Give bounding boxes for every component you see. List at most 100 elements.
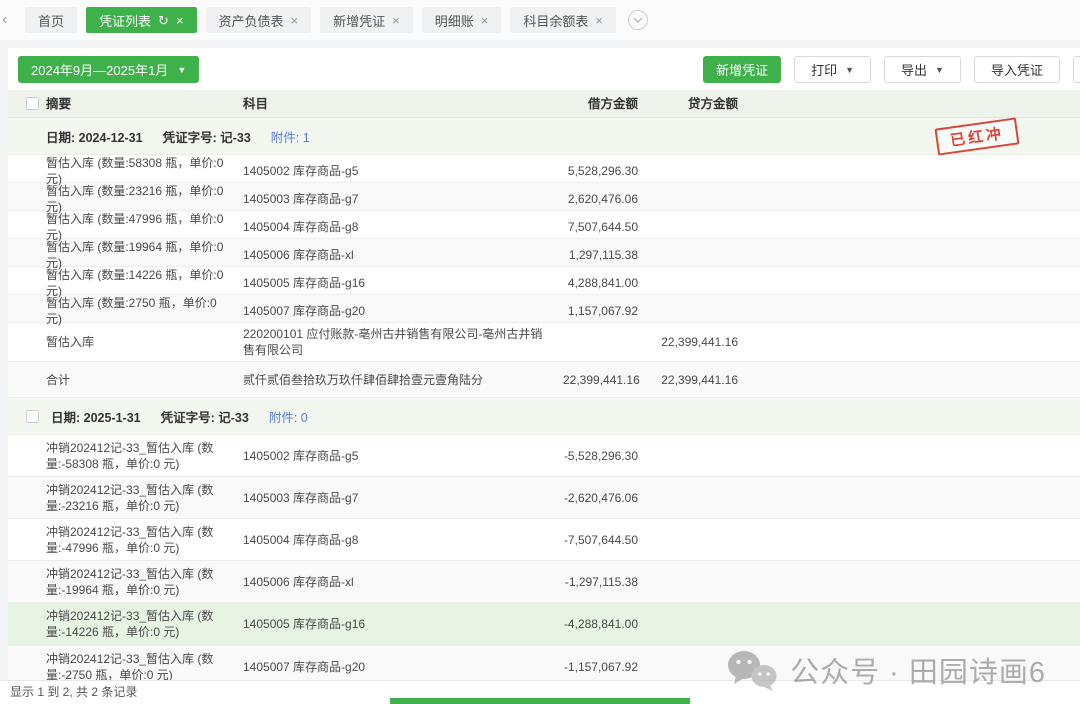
voucher-list-panel: 2024年9月—2025年1月 ▼ 新增凭证 打印 ▼ 导出 ▼ 导入凭证 [8,48,1080,680]
caret-down-icon: ▼ [935,65,944,75]
row-subject: 1405003 库存商品-g7 [243,490,563,506]
tab-label: 科目余额表 [523,11,588,30]
row-summary: 冲销202412记-33_暂估入库 (数量:-19964 瓶，单价:0 元) [46,566,243,598]
print-button[interactable]: 打印 ▼ [794,56,871,83]
tab-balance-sheet[interactable]: 资产负债表 × [206,7,312,33]
voucher-group-header[interactable]: 日期: 2024-12-31 凭证字号: 记-33 附件: 1 已红冲 [8,118,1080,155]
row-debit: 7,507,644.50 [563,219,648,235]
row-subject: 1405002 库存商品-g5 [243,163,563,179]
chevron-down-circle-icon[interactable] [628,10,648,30]
total-row: 合计 贰仟贰佰叁拾玖万玖仟肆佰肆拾壹元壹角陆分 22,399,441.16 22… [8,362,1080,398]
row-debit: 4,288,841.00 [563,275,648,291]
row-debit: -1,297,115.38 [563,574,648,590]
bottom-green-bar [390,698,690,704]
close-icon[interactable]: × [291,14,299,27]
tab-label: 首页 [38,11,64,30]
attachment-link[interactable]: 附件: 0 [269,407,308,426]
new-voucher-label: 新增凭证 [716,60,768,79]
select-voucher-checkbox[interactable] [26,410,39,423]
import-voucher-button[interactable]: 导入凭证 [974,56,1060,83]
tab-scroll-left-icon[interactable]: ‹ [2,11,16,29]
row-summary: 冲销202412记-33_暂估入库 (数量:-58308 瓶，单价:0 元) [46,440,243,472]
table-row[interactable]: 冲销202412记-33_暂估入库 (数量:-58308 瓶，单价:0 元) 1… [8,435,1080,477]
row-subject: 1405006 库存商品-xl [243,574,563,590]
tab-bar: ‹ 首页 凭证列表 ↻ × 资产负债表 × 新增凭证 × 明细账 × 科目余额表… [0,0,1080,40]
table-header-row: 摘要 科目 借方金额 贷方金额 [8,90,1080,118]
total-debit: 22,399,441.16 [563,372,648,388]
refresh-icon[interactable]: ↻ [158,14,169,27]
table-row[interactable]: 冲销202412记-33_暂估入库 (数量:-47996 瓶，单价:0 元) 1… [8,519,1080,561]
total-credit: 22,399,441.16 [648,372,748,388]
tab-detail-ledger[interactable]: 明细账 × [422,7,502,33]
table-row[interactable]: 暂估入库 (数量:14226 瓶，单价:0 元) 1405005 库存商品-g1… [8,267,1080,295]
col-credit: 贷方金额 [648,96,748,112]
close-icon[interactable]: × [481,14,489,27]
voucher-no: 凭证字号: 记-33 [161,407,249,426]
table-row[interactable]: 暂估入库 (数量:19964 瓶，单价:0 元) 1405006 库存商品-xl… [8,239,1080,267]
voucher-group-header[interactable]: 日期: 2025-1-31 凭证字号: 记-33 附件: 0 [8,398,1080,435]
row-summary: 冲销202412记-33_暂估入库 (数量:-47996 瓶，单价:0 元) [46,524,243,556]
caret-down-icon: ▼ [845,65,854,75]
red-flush-stamp: 已红冲 [935,117,1020,155]
attachment-link[interactable]: 附件: 1 [271,127,310,146]
row-subject: 1405002 库存商品-g5 [243,448,563,464]
new-voucher-button[interactable]: 新增凭证 [703,56,781,83]
table-row[interactable]: 暂估入库 (数量:58308 瓶，单价:0 元) 1405002 库存商品-g5… [8,155,1080,183]
tab-home[interactable]: 首页 [25,7,77,33]
export-label: 导出 [901,60,927,79]
tidy-button[interactable]: 整 [1073,56,1080,83]
voucher-date: 日期: 2024-12-31 [46,127,143,146]
date-range-label: 2024年9月—2025年1月 [31,60,168,79]
table-row-hovered[interactable]: 冲销202412记-33_暂估入库 (数量:-14226 瓶，单价:0 元) 1… [8,603,1080,646]
tab-new-voucher[interactable]: 新增凭证 × [320,7,413,33]
row-subject: 1405007 库存商品-g20 [243,659,563,675]
row-debit: 2,620,476.06 [563,191,648,207]
table-row[interactable]: 暂估入库 (数量:2750 瓶，单价:0 元) 1405007 库存商品-g20… [8,295,1080,323]
row-debit: -4,288,841.00 [563,616,648,632]
row-subject: 1405004 库存商品-g8 [243,219,563,235]
table-row[interactable]: 暂估入库 (数量:23216 瓶，单价:0 元) 1405003 库存商品-g7… [8,183,1080,211]
voucher-no: 凭证字号: 记-33 [163,127,251,146]
row-summary: 冲销202412记-33_暂估入库 (数量:-2750 瓶，单价:0 元) [46,651,243,680]
select-all-checkbox[interactable] [26,97,39,110]
row-credit: 22,399,441.16 [648,334,748,350]
row-subject: 1405005 库存商品-g16 [243,616,563,632]
col-subject: 科目 [243,96,563,112]
row-subject: 220200101 应付账款-亳州古井销售有限公司-亳州古井销售有限公司 [243,326,563,358]
tab-voucher-list[interactable]: 凭证列表 ↻ × [86,7,197,33]
col-debit: 借方金额 [563,96,648,112]
tab-account-balance[interactable]: 科目余额表 × [510,7,616,33]
row-debit: 5,528,296.30 [563,163,648,179]
row-debit: -2,620,476.06 [563,490,648,506]
record-count-text: 显示 1 到 2, 共 2 条记录 [10,685,137,699]
table-row[interactable]: 暂估入库 220200101 应付账款-亳州古井销售有限公司-亳州古井销售有限公… [8,323,1080,362]
print-label: 打印 [811,60,837,79]
toolbar: 2024年9月—2025年1月 ▼ 新增凭证 打印 ▼ 导出 ▼ 导入凭证 [8,48,1080,90]
caret-down-icon: ▼ [177,65,186,75]
total-in-words: 贰仟贰佰叁拾玖万玖仟肆佰肆拾壹元壹角陆分 [243,372,563,388]
tab-label: 凭证列表 [99,11,151,30]
row-summary: 冲销202412记-33_暂估入库 (数量:-23216 瓶，单价:0 元) [46,482,243,514]
toolbar-actions: 新增凭证 打印 ▼ 导出 ▼ 导入凭证 整 [703,56,1080,83]
row-debit: -5,528,296.30 [563,448,648,464]
date-range-button[interactable]: 2024年9月—2025年1月 ▼ [18,56,199,83]
voucher-list-page: ‹ 首页 凭证列表 ↻ × 资产负债表 × 新增凭证 × 明细账 × 科目余额表… [0,0,1080,704]
row-summary: 暂估入库 [46,334,243,350]
export-button[interactable]: 导出 ▼ [884,56,961,83]
row-summary: 暂估入库 (数量:2750 瓶，单价:0 元) [46,295,243,327]
table-row[interactable]: 暂估入库 (数量:47996 瓶，单价:0 元) 1405004 库存商品-g8… [8,211,1080,239]
table-row[interactable]: 冲销202412记-33_暂估入库 (数量:-23216 瓶，单价:0 元) 1… [8,477,1080,519]
tab-label: 新增凭证 [333,11,385,30]
close-icon[interactable]: × [595,14,603,27]
row-subject: 1405007 库存商品-g20 [243,303,563,319]
col-summary: 摘要 [46,96,243,112]
table-row[interactable]: 冲销202412记-33_暂估入库 (数量:-2750 瓶，单价:0 元) 14… [8,646,1080,680]
row-debit: -1,157,067.92 [563,659,648,675]
table-row[interactable]: 冲销202412记-33_暂估入库 (数量:-19964 瓶，单价:0 元) 1… [8,561,1080,603]
row-debit: -7,507,644.50 [563,532,648,548]
close-icon[interactable]: × [392,14,400,27]
row-subject: 1405003 库存商品-g7 [243,191,563,207]
close-icon[interactable]: × [176,14,184,27]
row-debit: 1,157,067.92 [563,303,648,319]
tab-label: 资产负债表 [219,11,284,30]
